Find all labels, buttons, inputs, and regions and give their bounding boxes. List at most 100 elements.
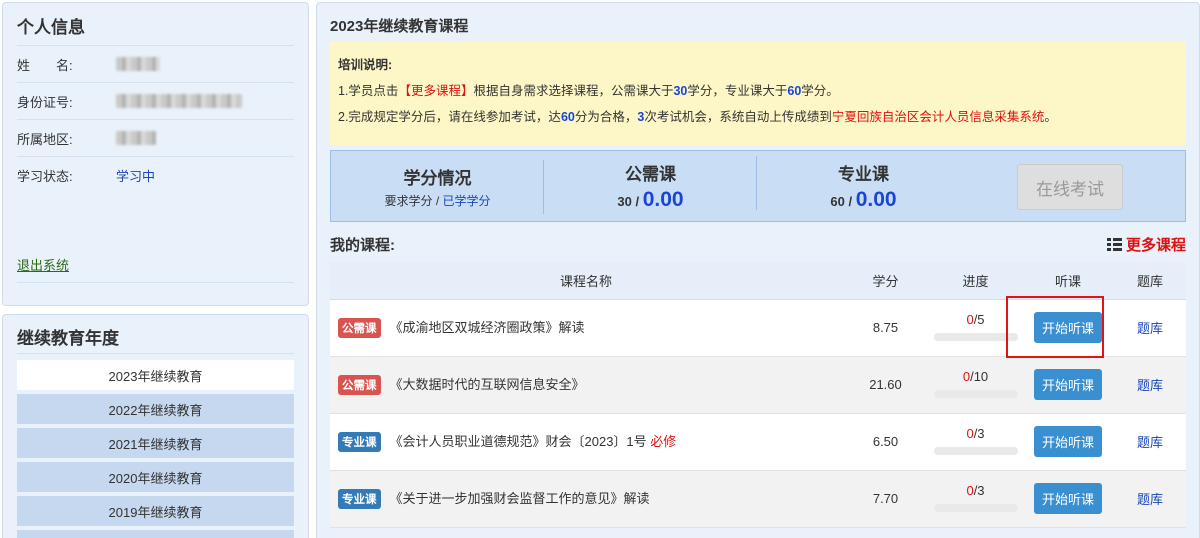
pro-required: 60 (830, 194, 845, 209)
notice-title: 培训说明: (338, 58, 393, 72)
question-bank-link[interactable]: 题库 (1137, 492, 1163, 507)
page-title: 2023年继续教育课程 (330, 18, 469, 35)
progress-indicator: 0/10 (933, 369, 1018, 398)
more-courses-label: 更多课程 (1125, 236, 1186, 254)
course-name-cell: 公需课 《大数据时代的互联网信息安全》 (330, 356, 842, 414)
course-progress-cell: 0/3 (929, 413, 1022, 471)
my-courses-title: 我的课程: (330, 236, 395, 254)
course-credit: 21.60 (842, 356, 929, 414)
question-bank-link[interactable]: 题库 (1137, 378, 1163, 393)
progress-total: /5 (973, 311, 985, 327)
progress-bar (933, 332, 1018, 341)
study-status-value: 学习中 (116, 169, 156, 184)
col-course-name: 课程名称 (330, 262, 842, 300)
course-type-badge: 公需课 (338, 375, 381, 396)
table-row: 公需课 《成渝地区双城经济圈政策》解读 8.75 0/5 开始听课 题库 (330, 299, 1186, 357)
progress-text: 0/5 (934, 312, 1018, 327)
my-courses-header: 我的课程: 更多课程 (330, 231, 1186, 257)
course-progress-cell: 0/5 (929, 299, 1022, 357)
course-listen-cell: 开始听课 (1022, 470, 1114, 528)
main-panel: 2023年继续教育课程 培训说明: 1.学员点击【更多课程】根据自身需求选择课程… (316, 2, 1200, 538)
notice-text: 。 (1044, 110, 1057, 124)
more-courses-link[interactable]: 更多课程 (1106, 234, 1186, 255)
question-bank-link[interactable]: 题库 (1137, 435, 1163, 450)
notice-text: 分为合格， (574, 110, 638, 124)
notice-text: 学分，专业课大于 (687, 84, 788, 98)
info-label-id: 身份证号: (17, 94, 73, 110)
credit-summary: 学分情况 要求学分 / 已学学分 (331, 159, 544, 214)
year-item-2019[interactable]: 2019年继续教育 (17, 496, 294, 526)
course-name-cell: 公需课 《成渝地区双城经济圈政策》解读 (330, 299, 842, 357)
pro-credits: 专业课 60 / 0.00 (757, 160, 970, 212)
col-question-bank: 题库 (1114, 262, 1186, 300)
logout-row: 退出系统 (17, 246, 294, 283)
start-listening-button[interactable]: 开始听课 (1033, 426, 1102, 457)
course-name: 《大数据时代的互联网信息安全》 (389, 376, 585, 392)
course-listen-cell: 开始听课 (1022, 299, 1114, 357)
credit-summary-sub: 要求学分 / 已学学分 (331, 192, 544, 209)
start-listening-button[interactable]: 开始听课 (1033, 369, 1102, 400)
progress-text: 0/3 (934, 483, 1018, 498)
notice-system-name: 宁夏回族自治区会计人员信息采集系统 (831, 110, 1045, 124)
info-label-region: 所属地区: (17, 131, 73, 147)
earned-credits-label: 已学学分 (442, 193, 491, 208)
blurred-id-value (116, 94, 242, 108)
notice-public-credits: 30 (673, 84, 688, 98)
course-name: 《会计人员职业道德规范》财会〔2023〕1号 (389, 433, 647, 449)
personal-info-panel: 个人信息 姓 名: 身份证号: 所属地区: 学习状态: 学习中 退出系统 (2, 2, 309, 306)
course-name-cell: 专业课 《关于进一步加强财会监督工作的意见》解读 (330, 470, 842, 528)
col-credit: 学分 (842, 262, 929, 300)
pro-credits-title: 专业课 (838, 165, 889, 184)
public-earned: 0.00 (642, 188, 684, 211)
logout-link[interactable]: 退出系统 (17, 255, 69, 274)
online-exam-button[interactable]: 在线考试 (1017, 164, 1123, 210)
info-row-name: 姓 名: (17, 46, 294, 83)
col-listen: 听课 (1022, 262, 1114, 300)
year-item-more[interactable] (17, 530, 294, 538)
progress-text: 0/10 (934, 369, 1018, 384)
notice-text: 根据自身需求选择课程，公需课大于 (473, 84, 674, 98)
info-row-status: 学习状态: 学习中 (17, 157, 294, 194)
training-notice: 培训说明: 1.学员点击【更多课程】根据自身需求选择课程，公需课大于30学分，专… (330, 42, 1186, 145)
progress-done: 0 (962, 368, 971, 384)
blurred-name-value (116, 57, 160, 71)
year-item-2022[interactable]: 2022年继续教育 (17, 394, 294, 424)
year-item-2020[interactable]: 2020年继续教育 (17, 462, 294, 492)
list-icon (1106, 237, 1122, 251)
progress-done: 0 (966, 311, 974, 327)
year-panel-title: 继续教育年度 (17, 329, 119, 348)
col-progress: 进度 (929, 262, 1022, 300)
notice-text: 2.完成规定学分后，请在线参加考试，达 (338, 110, 561, 124)
pro-earned: 0.00 (855, 188, 897, 211)
progress-text: 0/3 (934, 426, 1018, 441)
progress-indicator: 0/3 (933, 426, 1018, 455)
year-item-2021[interactable]: 2021年继续教育 (17, 428, 294, 458)
course-bank-cell: 题库 (1114, 356, 1186, 414)
course-credit: 8.75 (842, 299, 929, 357)
table-header-row: 课程名称 学分 进度 听课 题库 (330, 262, 1186, 300)
progress-bar (933, 446, 1018, 455)
course-credit: 7.70 (842, 470, 929, 528)
course-name: 《成渝地区双城经济圈政策》解读 (389, 319, 585, 335)
public-credits-title: 公需课 (625, 165, 676, 184)
blurred-region-value (116, 131, 156, 145)
info-label-name: 姓 名: (17, 57, 73, 73)
notice-line-2: 2.完成规定学分后，请在线参加考试，达60分为合格，3次考试机会，系统自动上传成… (338, 104, 1178, 130)
notice-pro-credits: 60 (787, 84, 802, 98)
year-item-2023[interactable]: 2023年继续教育 (17, 360, 294, 390)
divider (17, 353, 294, 354)
credit-summary-title: 学分情况 (403, 168, 472, 188)
required-course-mark: 必修 (650, 433, 677, 449)
course-bank-cell: 题库 (1114, 413, 1186, 471)
progress-bar (933, 389, 1018, 398)
question-bank-link[interactable]: 题库 (1137, 321, 1163, 336)
course-progress-cell: 0/10 (929, 356, 1022, 414)
course-table: 课程名称 学分 进度 听课 题库 公需课 《成渝地区双城经济圈政策》解读 8.75 0… (330, 262, 1186, 528)
start-listening-button[interactable]: 开始听课 (1033, 483, 1102, 514)
start-listening-button[interactable]: 开始听课 (1033, 312, 1102, 343)
table-row: 公需课 《大数据时代的互联网信息安全》 21.60 0/10 开始听课 题库 (330, 356, 1186, 414)
slash: / (844, 194, 856, 209)
course-progress-cell: 0/3 (929, 470, 1022, 528)
info-row-id: 身份证号: (17, 83, 294, 120)
progress-bar (933, 503, 1018, 512)
